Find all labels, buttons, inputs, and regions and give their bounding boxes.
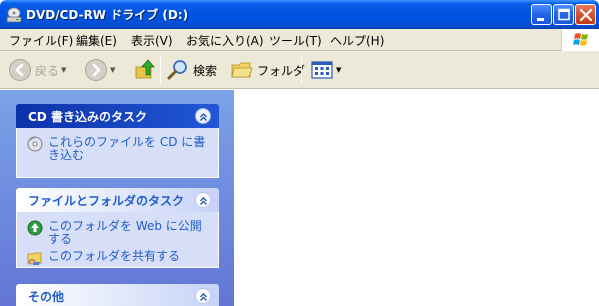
toolbar: 戻る ▼ ▼ 検索 フォルダ ▼ <box>0 51 599 89</box>
search-label: 検索 <box>193 63 218 78</box>
group-title: CD 書き込みのタスク <box>28 109 147 124</box>
maximize-button[interactable] <box>553 4 574 25</box>
views-button[interactable]: ▼ <box>310 57 341 83</box>
dropdown-arrow-icon[interactable]: ▼ <box>336 66 341 74</box>
windows-flag-icon <box>573 33 588 46</box>
cd-tasks-header[interactable]: CD 書き込みのタスク <box>16 104 219 128</box>
close-icon <box>579 8 593 22</box>
window-title: DVD/CD-RW ドライブ (D:) <box>26 8 189 22</box>
windows-logo <box>561 29 599 51</box>
back-arrow-icon <box>9 59 31 81</box>
file-list-area[interactable] <box>234 90 599 306</box>
task-pane: CD 書き込みのタスク これらのファイルを CD に書き込む ファイルとフォルダ… <box>0 90 234 306</box>
other-group: その他 <box>16 284 219 306</box>
collapse-icon[interactable] <box>195 288 211 304</box>
task-publish-web[interactable]: このフォルダを Web に公開する <box>27 220 210 246</box>
folders-label: フォルダ <box>257 63 306 78</box>
up-folder-icon <box>135 59 155 79</box>
up-folder-button[interactable] <box>133 57 157 83</box>
collapse-icon[interactable] <box>195 108 211 124</box>
web-publish-icon <box>27 220 43 236</box>
cd-drive-icon <box>6 7 22 23</box>
close-button[interactable] <box>575 4 596 25</box>
title-bar[interactable]: DVD/CD-RW ドライブ (D:) <box>0 0 599 29</box>
cd-tasks-body: これらのファイルを CD に書き込む <box>16 128 219 178</box>
file-folder-tasks-header[interactable]: ファイルとフォルダのタスク <box>16 188 219 212</box>
search-button[interactable]: 検索 <box>166 57 217 83</box>
menu-favorites[interactable]: お気に入り(A) <box>186 32 264 49</box>
dropdown-arrow-icon[interactable]: ▼ <box>110 66 115 74</box>
views-icon <box>311 61 333 79</box>
forward-button[interactable]: ▼ <box>84 57 115 83</box>
task-label: このフォルダを共有する <box>48 249 181 263</box>
menu-bar: ファイル(F) 編集(E) 表示(V) お気に入り(A) ツール(T) ヘルプ(… <box>0 29 599 51</box>
dropdown-arrow-icon[interactable]: ▼ <box>61 66 66 74</box>
menu-tools[interactable]: ツール(T) <box>269 32 322 49</box>
share-folder-icon <box>27 252 42 265</box>
menu-view[interactable]: 表示(V) <box>131 32 173 49</box>
toolbar-separator <box>301 57 302 83</box>
cd-write-icon <box>27 136 43 152</box>
task-share-folder[interactable]: このフォルダを共有する <box>27 250 210 266</box>
maximize-icon <box>558 8 570 21</box>
menu-file[interactable]: ファイル(F) <box>9 32 73 49</box>
forward-arrow-icon <box>85 59 107 81</box>
folders-button[interactable]: フォルダ <box>230 57 305 83</box>
back-label: 戻る <box>35 63 60 78</box>
search-icon <box>167 60 187 80</box>
menu-edit[interactable]: 編集(E) <box>76 32 117 49</box>
task-label: これらのファイルを CD に書き込む <box>48 135 206 162</box>
minimize-icon <box>537 18 544 21</box>
menu-help[interactable]: ヘルプ(H) <box>330 32 384 49</box>
minimize-button[interactable] <box>531 4 552 25</box>
file-folder-tasks-body: このフォルダを Web に公開する このフォルダを共有する <box>16 212 219 268</box>
file-folder-tasks-group: ファイルとフォルダのタスク このフォルダを Web に公開する このフォルダを共… <box>16 188 219 268</box>
group-title: その他 <box>28 289 65 304</box>
task-write-cd[interactable]: これらのファイルを CD に書き込む <box>27 136 210 162</box>
folder-icon <box>231 62 253 78</box>
cd-tasks-group: CD 書き込みのタスク これらのファイルを CD に書き込む <box>16 104 219 178</box>
toolbar-separator <box>160 57 161 83</box>
group-title: ファイルとフォルダのタスク <box>28 193 185 208</box>
other-header[interactable]: その他 <box>16 284 219 306</box>
task-label: このフォルダを Web に公開する <box>48 219 202 246</box>
back-button[interactable]: 戻る ▼ <box>8 57 66 83</box>
collapse-icon[interactable] <box>195 192 211 208</box>
